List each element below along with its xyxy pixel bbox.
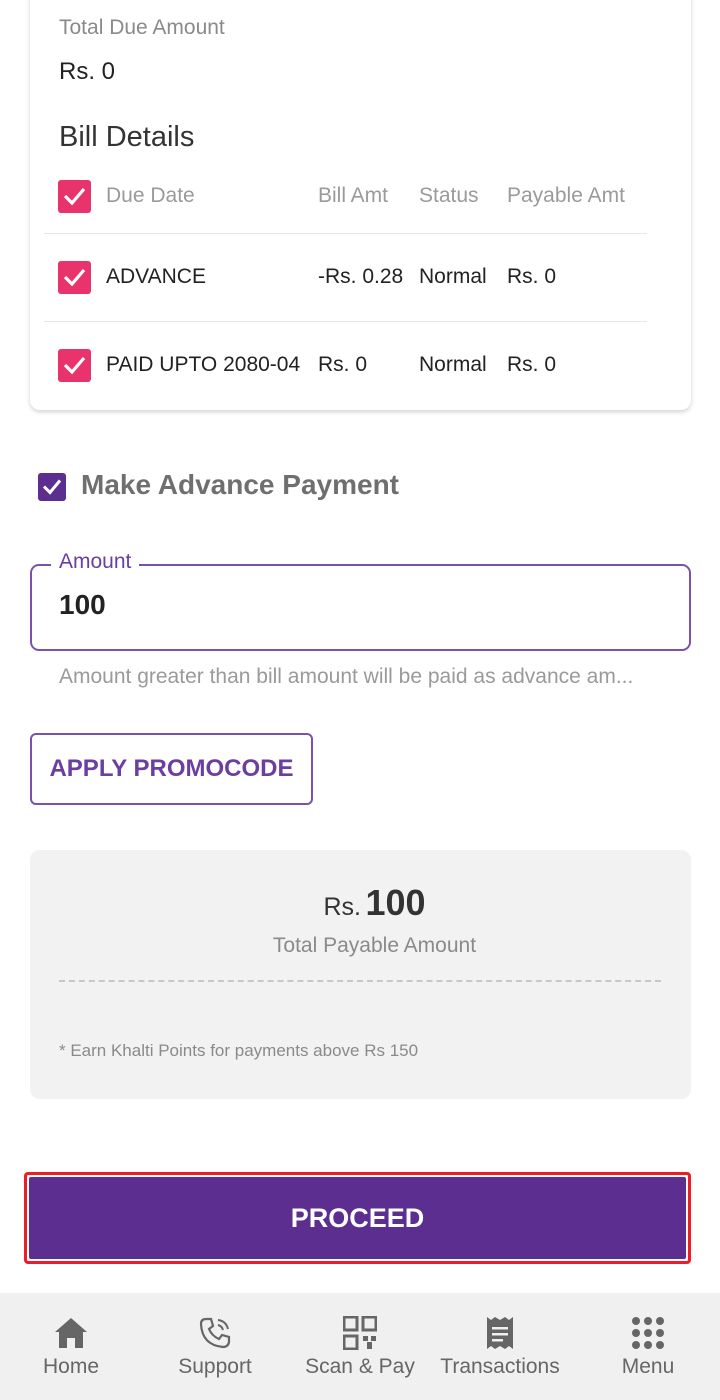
check-icon [63, 268, 86, 287]
nav-label: Home [42, 1355, 100, 1378]
header-payable-amt: Payable Amt [507, 184, 625, 207]
row-payable-amt: Rs. 0 [507, 265, 557, 288]
qr-code-icon [343, 1315, 377, 1351]
grid-menu-icon [631, 1315, 665, 1351]
amount-helper-text: Amount greater than bill amount will be … [59, 665, 634, 688]
header-status: Status [419, 184, 479, 207]
khalti-points-note: * Earn Khalti Points for payments above … [59, 1041, 419, 1060]
nav-item-menu[interactable]: Menu [598, 1293, 698, 1400]
divider [44, 233, 647, 234]
row-due-date: PAID UPTO 2080-04 [106, 353, 301, 376]
currency-label: Rs. [323, 893, 361, 921]
nav-item-scan-pay[interactable]: Scan & Pay [300, 1293, 420, 1400]
amount-input-value[interactable]: 100 [59, 589, 106, 621]
check-icon [42, 479, 62, 495]
bottom-nav: Home Support Scan & Pay Transactions Men… [0, 1293, 720, 1400]
header-due-date: Due Date [106, 184, 195, 207]
row-checkbox[interactable] [58, 261, 91, 294]
nav-item-transactions[interactable]: Transactions [432, 1293, 568, 1400]
advance-payment-label[interactable]: Make Advance Payment [81, 469, 399, 501]
payable-value: 100 [365, 882, 426, 923]
divider [44, 321, 647, 322]
nav-label: Scan & Pay [305, 1355, 415, 1378]
row-bill-amt: Rs. 0 [318, 353, 368, 376]
check-icon [63, 187, 86, 206]
total-due-label: Total Due Amount [59, 16, 225, 39]
nav-label: Transactions [440, 1355, 560, 1378]
dashed-divider [59, 980, 661, 982]
nav-label: Support [178, 1355, 252, 1378]
receipt-icon [486, 1315, 514, 1351]
proceed-button[interactable]: PROCEED [29, 1177, 686, 1259]
row-bill-amt: -Rs. 0.28 [318, 265, 404, 288]
row-due-date: ADVANCE [106, 265, 206, 288]
amount-field[interactable] [30, 564, 691, 651]
phone-icon [198, 1315, 232, 1351]
nav-item-home[interactable]: Home [21, 1293, 121, 1400]
row-status: Normal [419, 353, 487, 376]
home-icon [54, 1315, 88, 1351]
header-bill-amt: Bill Amt [318, 184, 389, 207]
advance-payment-checkbox[interactable] [38, 473, 66, 501]
nav-item-support[interactable]: Support [165, 1293, 265, 1400]
amount-legend: Amount [51, 550, 140, 574]
total-payable-label: Total Payable Amount [272, 934, 477, 957]
select-all-checkbox[interactable] [58, 180, 91, 213]
row-checkbox[interactable] [58, 349, 91, 382]
check-icon [63, 356, 86, 375]
row-status: Normal [419, 265, 487, 288]
row-payable-amt: Rs. 0 [507, 353, 557, 376]
total-due-value: Rs. 0 [59, 58, 116, 85]
apply-promocode-button[interactable]: APPLY PROMOCODE [30, 733, 313, 805]
bill-details-title: Bill Details [59, 121, 195, 153]
nav-label: Menu [621, 1355, 675, 1378]
total-payable-amount: Rs. 100 [0, 882, 720, 924]
